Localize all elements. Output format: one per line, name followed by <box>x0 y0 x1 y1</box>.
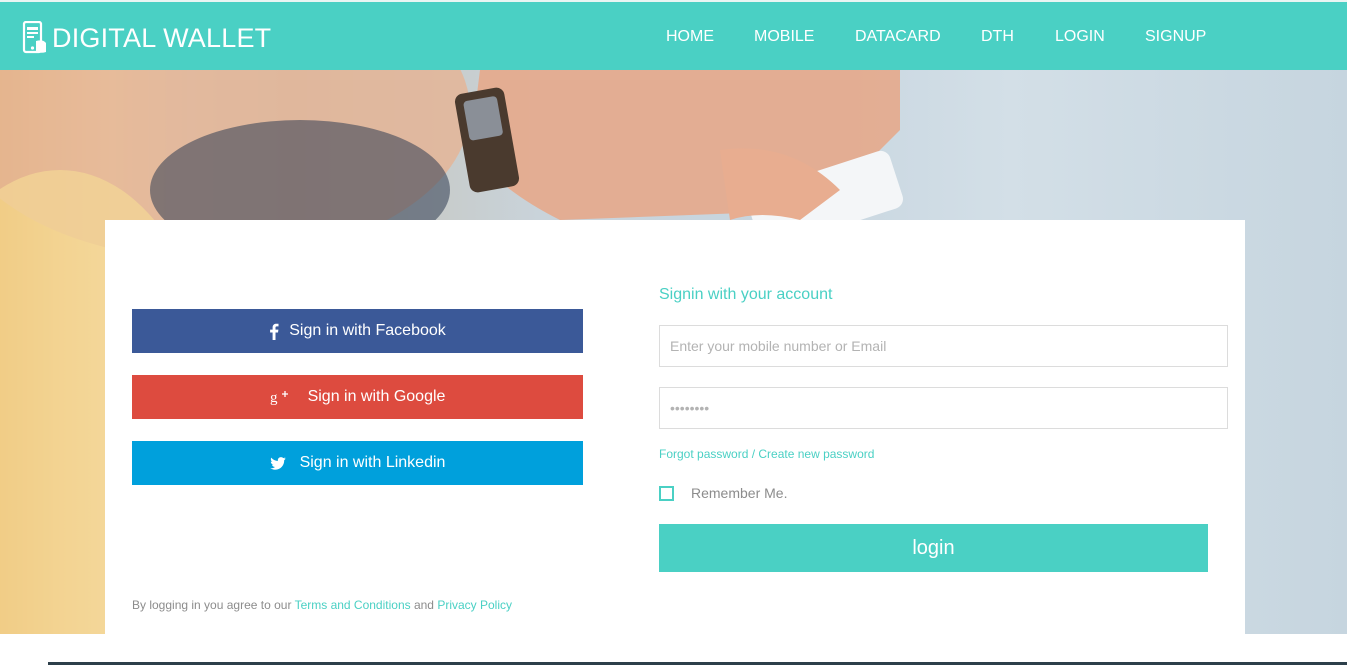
login-card: Sign in with Facebook g Sign in with Goo… <box>105 220 1245 634</box>
twitter-icon <box>269 456 286 470</box>
nav-mobile[interactable]: MOBILE <box>754 26 814 48</box>
remember-checkbox[interactable] <box>659 485 674 501</box>
navbar: DIGITAL WALLET HOME MOBILE DATACARD DTH … <box>0 2 1347 70</box>
svg-text:g: g <box>270 390 278 405</box>
page-footer-area <box>0 634 1347 665</box>
facebook-icon <box>269 323 279 340</box>
remember-label: Remember Me. <box>691 485 788 501</box>
terms-link[interactable]: Terms and Conditions <box>295 598 411 612</box>
facebook-signin-button[interactable]: Sign in with Facebook <box>132 309 583 353</box>
remember-me: Remember Me. <box>659 485 787 501</box>
terms-prefix: By logging in you agree to our <box>132 598 295 612</box>
brand-logo[interactable]: DIGITAL WALLET <box>22 20 271 56</box>
nav-dth[interactable]: DTH <box>981 26 1014 48</box>
nav-signup[interactable]: SIGNUP <box>1145 26 1206 48</box>
linkedin-signin-button[interactable]: Sign in with Linkedin <box>132 441 583 485</box>
brand-title: DIGITAL WALLET <box>52 23 272 53</box>
login-button[interactable]: login <box>659 524 1208 572</box>
linkedin-signin-label: Sign in with Linkedin <box>299 454 446 471</box>
password-input[interactable] <box>659 387 1228 429</box>
mobile-wallet-icon <box>22 21 46 54</box>
nav-home[interactable]: HOME <box>666 26 714 48</box>
nav-datacard[interactable]: DATACARD <box>855 26 941 48</box>
google-signin-label: Sign in with Google <box>307 388 446 405</box>
facebook-signin-label: Sign in with Facebook <box>289 322 446 339</box>
nav-login[interactable]: LOGIN <box>1055 26 1105 48</box>
username-input[interactable] <box>659 325 1228 367</box>
signin-title: Signin with your account <box>659 286 833 303</box>
terms-conjunction: and <box>410 598 438 612</box>
terms-notice: By logging in you agree to our Terms and… <box>132 598 512 612</box>
google-plus-icon: g <box>270 389 288 405</box>
forgot-password-link[interactable]: Forgot password / Create new password <box>659 447 874 461</box>
privacy-link[interactable]: Privacy Policy <box>437 598 512 612</box>
google-signin-button[interactable]: g Sign in with Google <box>132 375 583 419</box>
